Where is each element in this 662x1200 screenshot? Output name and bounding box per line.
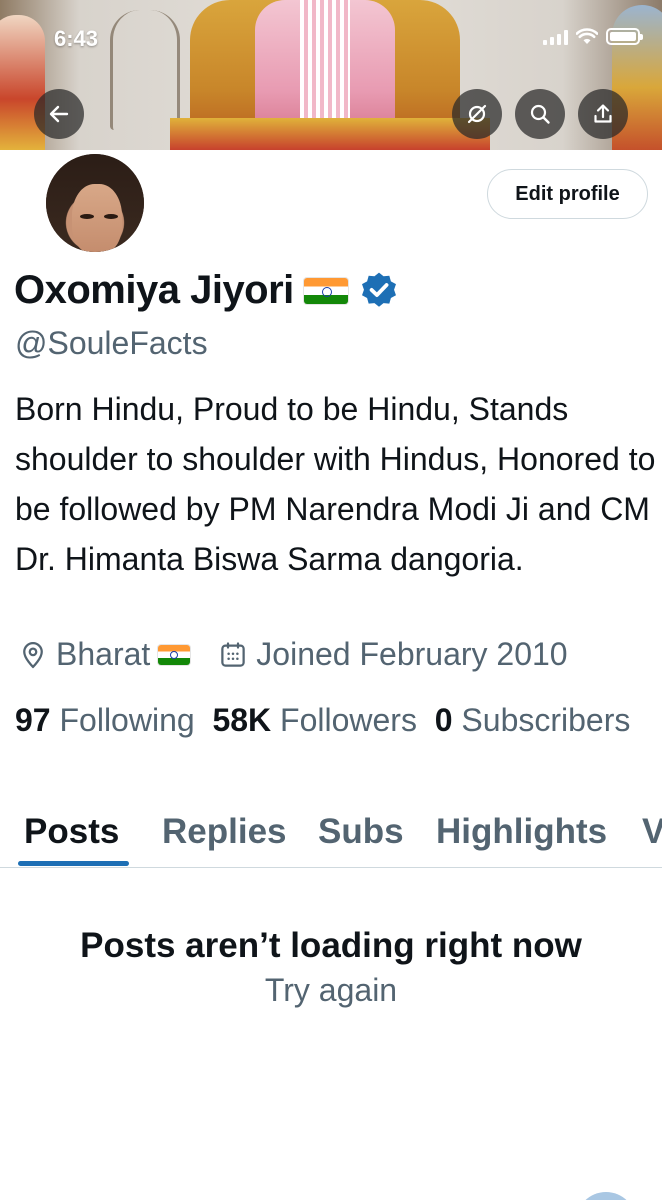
profile-bio: Born Hindu, Proud to be Hindu, Stands sh…	[15, 391, 656, 577]
india-flag-small-icon	[158, 644, 191, 665]
followers-count: 58K	[212, 702, 272, 738]
profile-stats: 97 Following 58K Followers 0 Subscribers	[15, 696, 655, 744]
edit-profile-button[interactable]: Edit profile	[487, 169, 648, 219]
battery-icon	[606, 28, 643, 45]
tab-posts[interactable]: Posts	[24, 812, 119, 852]
status-time: 6:43	[54, 26, 99, 51]
banner-figure-left	[0, 15, 45, 150]
signal-icon	[543, 29, 568, 45]
status-icons	[543, 28, 643, 45]
search-icon	[530, 104, 550, 124]
share-button[interactable]	[578, 89, 628, 139]
followers-link[interactable]: 58K Followers	[212, 702, 417, 738]
india-flag-icon	[303, 277, 348, 304]
share-icon	[594, 104, 612, 123]
back-button[interactable]	[34, 89, 84, 139]
banner-base	[170, 118, 490, 150]
banner-lamp	[110, 10, 180, 130]
hide-button[interactable]	[452, 89, 502, 139]
banner-cloth	[300, 0, 350, 120]
followers-label: Followers	[280, 702, 417, 738]
following-link[interactable]: 97 Following	[15, 702, 195, 738]
following-label: Following	[59, 702, 195, 738]
profile-banner[interactable]	[0, 0, 662, 150]
profile-tabs: Posts Replies Subs Highlights V	[0, 800, 662, 868]
search-button[interactable]	[515, 89, 565, 139]
try-again-button[interactable]: Try again	[0, 972, 662, 1009]
tab-overflow[interactable]: V	[642, 812, 662, 852]
name-row: Oxomiya Jiyori	[14, 268, 400, 313]
location-pin-icon	[23, 641, 43, 668]
tab-highlights[interactable]: Highlights	[436, 812, 607, 852]
following-count: 97	[15, 702, 51, 738]
joined-text: Joined February 2010	[256, 636, 568, 672]
avatar[interactable]	[42, 150, 148, 256]
compose-fab[interactable]	[576, 1192, 636, 1200]
tab-subs[interactable]: Subs	[318, 812, 404, 852]
verified-badge-icon[interactable]	[358, 270, 400, 312]
display-name: Oxomiya Jiyori	[14, 268, 294, 312]
hide-icon	[467, 104, 487, 124]
wifi-icon	[576, 28, 598, 44]
subscribers-count: 0	[434, 702, 453, 738]
active-tab-indicator	[18, 861, 129, 866]
location: Bharat	[18, 636, 191, 673]
subscribers-label: Subscribers	[461, 702, 631, 738]
subscribers-link[interactable]: 0 Subscribers	[435, 702, 631, 738]
calendar-icon	[221, 641, 246, 667]
tab-replies[interactable]: Replies	[162, 812, 287, 852]
user-handle: @SouleFacts	[15, 325, 208, 361]
location-text: Bharat	[56, 636, 151, 672]
profile-meta: Bharat Joined February 2010	[18, 636, 596, 673]
arrow-left-icon	[49, 105, 69, 123]
empty-state-title: Posts aren’t loading right now	[80, 926, 582, 965]
joined-date: Joined February 2010	[218, 636, 568, 673]
